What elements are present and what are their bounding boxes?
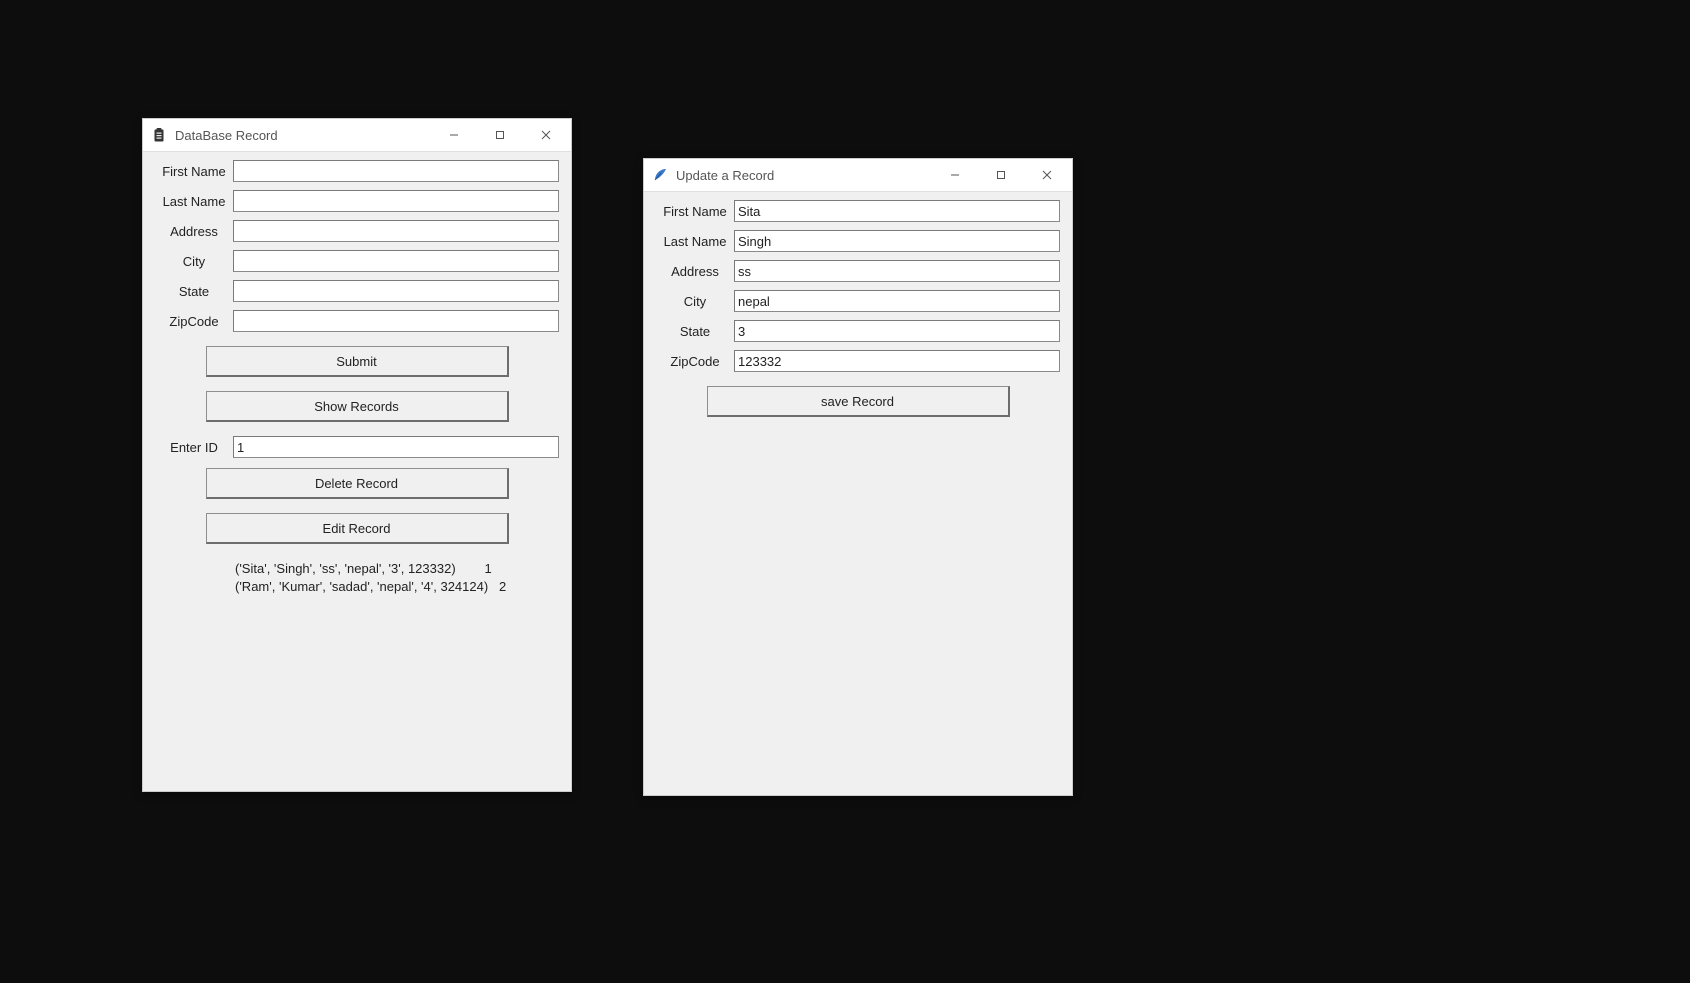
feather-icon [652,167,668,183]
input-first-name[interactable] [734,200,1060,222]
label-city: City [155,254,233,269]
client-area: First Name Last Name Address City State … [143,152,571,607]
edit-record-button-label: Edit Record [323,521,391,536]
row-last-name: Last Name [656,230,1060,252]
delete-record-button-label: Delete Record [315,476,398,491]
label-state: State [656,324,734,339]
update-record-window: Update a Record First Name Last Name Add… [643,158,1073,796]
label-zipcode: ZipCode [155,314,233,329]
maximize-button[interactable] [978,159,1024,191]
titlebar[interactable]: Update a Record [644,159,1072,192]
submit-button[interactable]: Submit [206,346,509,377]
close-button[interactable] [1024,159,1070,191]
row-state: State [656,320,1060,342]
label-first-name: First Name [656,204,734,219]
window-title: DataBase Record [175,128,431,143]
label-state: State [155,284,233,299]
edit-record-button[interactable]: Edit Record [206,513,509,544]
titlebar[interactable]: DataBase Record [143,119,571,152]
submit-button-label: Submit [336,354,376,369]
input-address[interactable] [734,260,1060,282]
input-address[interactable] [233,220,559,242]
maximize-button[interactable] [477,119,523,151]
database-record-window: DataBase Record First Name Last Name Add… [142,118,572,792]
label-city: City [656,294,734,309]
row-zipcode: ZipCode [656,350,1060,372]
row-enter-id: Enter ID [155,436,559,458]
input-city[interactable] [734,290,1060,312]
input-last-name[interactable] [233,190,559,212]
input-state[interactable] [233,280,559,302]
input-zipcode[interactable] [734,350,1060,372]
delete-record-button[interactable]: Delete Record [206,468,509,499]
show-records-button-label: Show Records [314,399,399,414]
row-address: Address [656,260,1060,282]
label-last-name: Last Name [656,234,734,249]
window-title: Update a Record [676,168,932,183]
row-address: Address [155,220,559,242]
input-last-name[interactable] [734,230,1060,252]
row-last-name: Last Name [155,190,559,212]
label-last-name: Last Name [155,194,233,209]
save-record-button[interactable]: save Record [707,386,1010,417]
label-address: Address [656,264,734,279]
input-enter-id[interactable] [233,436,559,458]
label-address: Address [155,224,233,239]
label-zipcode: ZipCode [656,354,734,369]
input-first-name[interactable] [233,160,559,182]
input-city[interactable] [233,250,559,272]
label-first-name: First Name [155,164,233,179]
label-enter-id: Enter ID [155,440,233,455]
row-state: State [155,280,559,302]
row-first-name: First Name [155,160,559,182]
row-first-name: First Name [656,200,1060,222]
row-city: City [155,250,559,272]
show-records-button[interactable]: Show Records [206,391,509,422]
save-record-button-label: save Record [821,394,894,409]
minimize-button[interactable] [932,159,978,191]
input-zipcode[interactable] [233,310,559,332]
clipboard-icon [151,127,167,143]
minimize-button[interactable] [431,119,477,151]
row-city: City [656,290,1060,312]
row-zipcode: ZipCode [155,310,559,332]
records-display: ('Sita', 'Singh', 'ss', 'nepal', '3', 12… [155,560,559,595]
client-area: First Name Last Name Address City State … [644,192,1072,435]
input-state[interactable] [734,320,1060,342]
close-button[interactable] [523,119,569,151]
